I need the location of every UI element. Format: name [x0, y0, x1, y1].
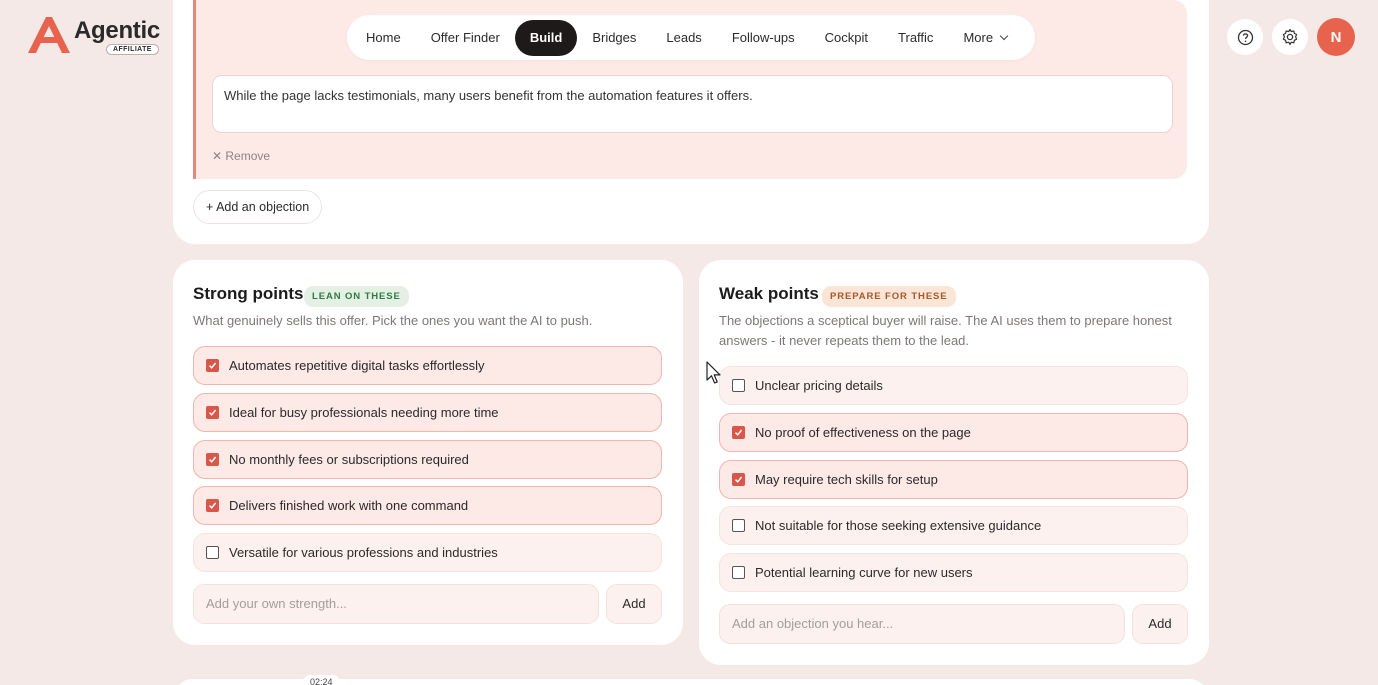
weak-point-item[interactable]: No proof of effectiveness on the page: [719, 413, 1188, 452]
checkbox-checked-icon[interactable]: [732, 473, 745, 486]
checkbox-checked-icon[interactable]: [206, 499, 219, 512]
chevron-down-icon: [999, 31, 1009, 40]
remove-objection-link[interactable]: ✕ Remove: [212, 149, 270, 163]
nav-home[interactable]: Home: [351, 20, 416, 56]
help-button[interactable]: [1227, 19, 1263, 55]
nav-cockpit[interactable]: Cockpit: [810, 20, 883, 56]
gear-icon: [1282, 28, 1298, 45]
nav-leads[interactable]: Leads: [651, 20, 716, 56]
checkbox-checked-icon[interactable]: [206, 359, 219, 372]
weak-points-description-line2: answers - it never repeats them to the l…: [719, 333, 970, 348]
weak-points-title: Weak points: [719, 284, 819, 303]
checkbox-checked-icon[interactable]: [732, 426, 745, 439]
strong-point-label: Versatile for various professions and in…: [229, 545, 498, 560]
strong-point-label: Delivers finished work with one command: [229, 498, 469, 513]
nav-more[interactable]: More: [948, 20, 1022, 56]
timestamp-label: 02:24: [304, 675, 339, 685]
main-nav: Home Offer Finder Build Bridges Leads Fo…: [347, 15, 1035, 60]
strong-point-label: Ideal for busy professionals needing mor…: [229, 405, 499, 420]
strong-points-title: Strong points: [193, 284, 304, 303]
weak-point-label: Not suitable for those seeking extensive…: [755, 518, 1042, 533]
checkbox-checked-icon[interactable]: [206, 453, 219, 466]
checkbox-unchecked-icon[interactable]: [732, 519, 745, 532]
add-objection-input[interactable]: Add an objection you hear...: [719, 604, 1125, 644]
weak-point-item[interactable]: Potential learning curve for new users: [719, 553, 1188, 592]
top-bar: Agentic AFFILIATE Home Offer Finder Buil…: [0, 0, 1378, 70]
strong-points-tag: LEAN ON THESE: [304, 286, 409, 307]
strong-points-card: Strong points LEAN ON THESE What genuine…: [173, 260, 683, 645]
weak-point-item[interactable]: Unclear pricing details: [719, 366, 1188, 405]
weak-point-label: No proof of effectiveness on the page: [755, 425, 971, 440]
add-strength-input[interactable]: Add your own strength...: [193, 584, 599, 624]
checkbox-unchecked-icon[interactable]: [732, 566, 745, 579]
nav-more-label: More: [963, 29, 994, 45]
checkbox-unchecked-icon[interactable]: [732, 379, 745, 392]
strong-point-item[interactable]: Automates repetitive digital tasks effor…: [193, 346, 662, 385]
weak-point-item[interactable]: Not suitable for those seeking extensive…: [719, 506, 1188, 545]
weak-points-tag: PREPARE FOR THESE: [822, 286, 956, 307]
strong-point-item[interactable]: Ideal for busy professionals needing mor…: [193, 393, 662, 432]
add-objection-button[interactable]: + Add an objection: [193, 190, 323, 224]
brand-logo[interactable]: Agentic AFFILIATE: [26, 16, 160, 55]
user-avatar[interactable]: N: [1317, 18, 1355, 56]
remove-label: Remove: [225, 149, 271, 163]
mouse-cursor-icon: [706, 361, 721, 384]
nav-build[interactable]: Build: [514, 19, 578, 56]
weak-points-card: Weak points PREPARE FOR THESE The object…: [699, 260, 1209, 665]
help-circle-icon: [1237, 29, 1253, 45]
brand-badge: AFFILIATE: [106, 44, 159, 55]
add-objection-submit-button[interactable]: Add: [1132, 604, 1188, 644]
weak-points-description-line1: The objections a sceptical buyer will ra…: [719, 313, 1172, 328]
checkbox-checked-icon[interactable]: [206, 406, 219, 419]
weak-point-label: Potential learning curve for new users: [755, 565, 973, 580]
agentic-logo-icon: [28, 17, 70, 53]
strong-point-item[interactable]: Delivers finished work with one command: [193, 486, 662, 525]
settings-button[interactable]: [1272, 19, 1308, 55]
nav-follow-ups[interactable]: Follow-ups: [717, 20, 810, 56]
weak-point-item[interactable]: May require tech skills for setup: [719, 460, 1188, 499]
nav-bridges[interactable]: Bridges: [577, 20, 651, 56]
strong-points-description: What genuinely sells this offer. Pick th…: [193, 313, 593, 328]
nav-traffic[interactable]: Traffic: [883, 20, 948, 56]
nav-offer-finder[interactable]: Offer Finder: [416, 20, 515, 56]
strong-point-label: No monthly fees or subscriptions require…: [229, 452, 469, 467]
weak-point-label: Unclear pricing details: [755, 378, 883, 393]
strong-point-item[interactable]: No monthly fees or subscriptions require…: [193, 440, 662, 479]
checkbox-unchecked-icon[interactable]: [206, 546, 219, 559]
add-strength-button[interactable]: Add: [606, 584, 662, 624]
close-icon: ✕: [212, 149, 226, 163]
weak-point-label: May require tech skills for setup: [755, 472, 938, 487]
brand-name: Agentic: [74, 17, 160, 44]
strong-point-item[interactable]: Versatile for various professions and in…: [193, 533, 662, 572]
strong-point-label: Automates repetitive digital tasks effor…: [229, 358, 485, 373]
objection-text-field[interactable]: While the page lacks testimonials, many …: [212, 75, 1173, 133]
